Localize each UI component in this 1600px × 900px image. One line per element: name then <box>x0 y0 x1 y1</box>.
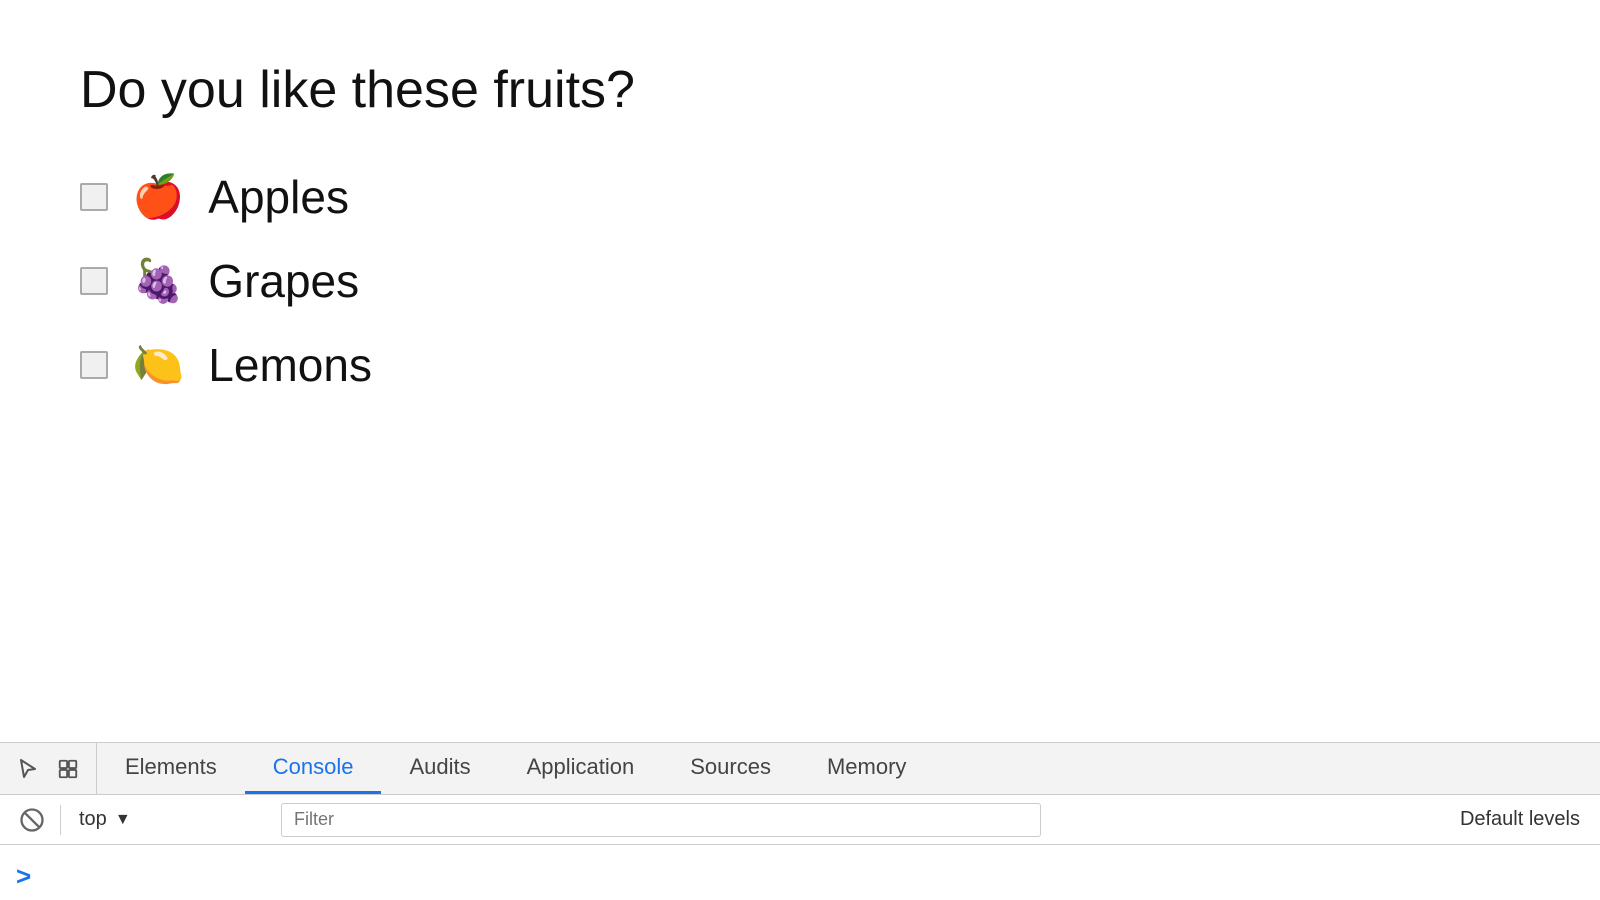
list-item: 🍋 Lemons <box>80 338 1520 392</box>
context-selector[interactable]: top ▼ <box>69 804 269 835</box>
tab-memory[interactable]: Memory <box>799 743 934 794</box>
page-content: Do you like these fruits? 🍎 Apples 🍇 Gra… <box>0 0 1600 742</box>
console-toolbar: top ▼ Default levels <box>0 795 1600 845</box>
filter-input-container <box>281 803 1448 837</box>
tab-elements[interactable]: Elements <box>97 743 245 794</box>
no-entry-icon[interactable] <box>12 800 52 840</box>
tab-audits[interactable]: Audits <box>381 743 498 794</box>
devtools-tabs: Elements Console Audits Application Sour… <box>97 743 934 794</box>
console-prompt: > <box>16 861 31 892</box>
fruit-list: 🍎 Apples 🍇 Grapes 🍋 Lemons <box>80 170 1520 392</box>
devtools-icon-group <box>0 743 97 794</box>
lemons-label: Lemons <box>208 338 372 392</box>
apples-checkbox[interactable] <box>80 183 108 211</box>
filter-input[interactable] <box>281 803 1041 837</box>
apples-label: Apples <box>208 170 349 224</box>
apples-emoji: 🍎 <box>132 176 184 218</box>
lemons-emoji: 🍋 <box>132 344 184 386</box>
devtools-panel: Elements Console Audits Application Sour… <box>0 742 1600 900</box>
tab-sources[interactable]: Sources <box>662 743 799 794</box>
tab-console[interactable]: Console <box>245 743 382 794</box>
console-chevron-icon: > <box>16 861 31 892</box>
list-item: 🍇 Grapes <box>80 254 1520 308</box>
dropdown-arrow-icon: ▼ <box>115 811 131 829</box>
console-output[interactable]: > <box>0 845 1600 900</box>
grapes-checkbox[interactable] <box>80 267 108 295</box>
default-levels-label: Default levels <box>1460 808 1588 831</box>
page-title: Do you like these fruits? <box>80 60 1520 120</box>
devtools-toolbar: Elements Console Audits Application Sour… <box>0 743 1600 795</box>
lemons-checkbox[interactable] <box>80 351 108 379</box>
grapes-label: Grapes <box>208 254 359 308</box>
divider <box>60 805 61 835</box>
inspect-icon[interactable] <box>52 753 84 785</box>
tab-application[interactable]: Application <box>499 743 663 794</box>
context-label: top <box>79 808 107 831</box>
cursor-icon[interactable] <box>12 753 44 785</box>
grapes-emoji: 🍇 <box>132 260 184 302</box>
list-item: 🍎 Apples <box>80 170 1520 224</box>
